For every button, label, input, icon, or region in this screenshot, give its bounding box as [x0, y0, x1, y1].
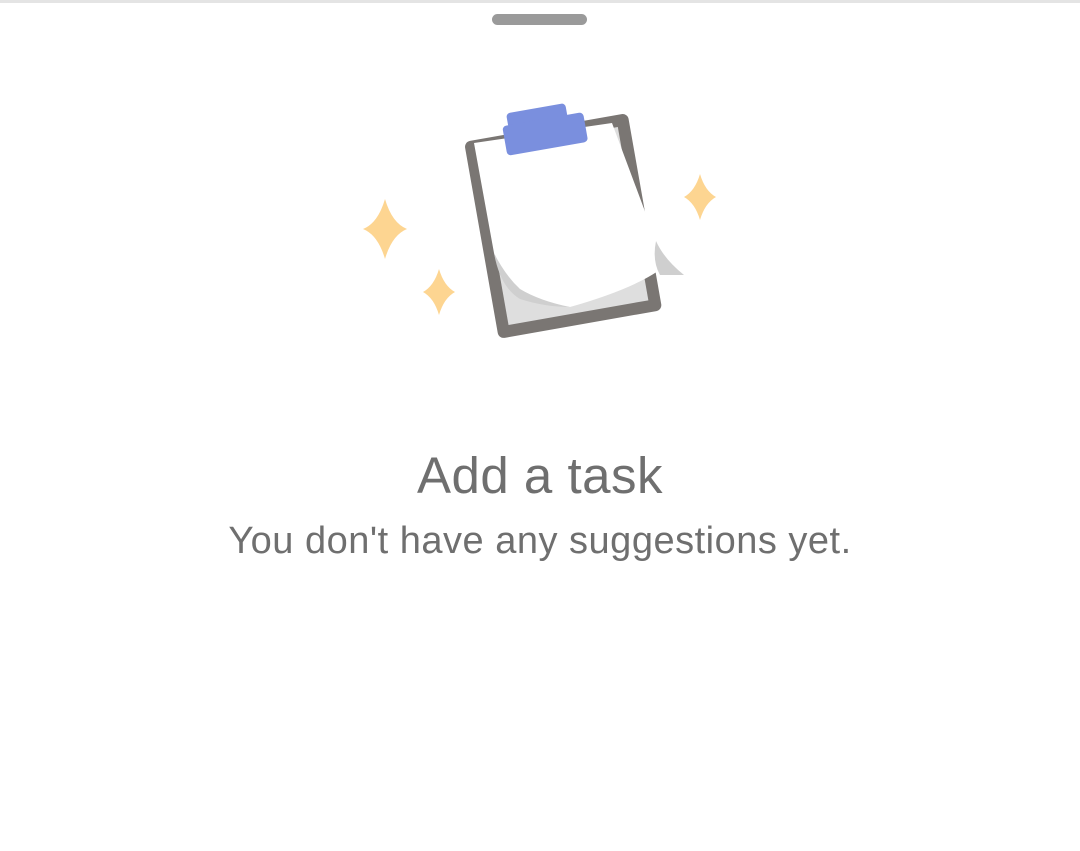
sparkle-large-icon — [363, 199, 407, 259]
sparkle-small-right-icon — [684, 174, 716, 220]
bottom-sheet: Add a task You don't have any suggestion… — [0, 0, 1080, 851]
sparkle-small-left-icon — [423, 269, 455, 315]
empty-state-title: Add a task — [417, 447, 663, 504]
empty-state-subtitle: You don't have any suggestions yet. — [228, 520, 852, 562]
clipboard-with-sparkles-icon — [363, 103, 716, 338]
